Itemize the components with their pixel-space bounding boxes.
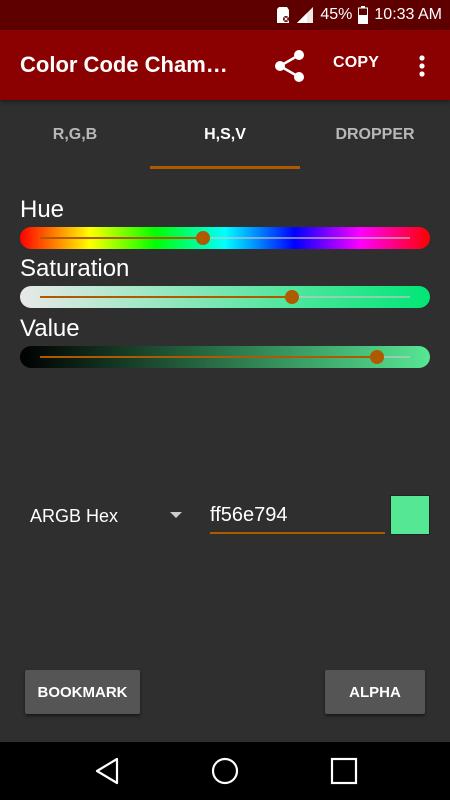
share-icon bbox=[275, 50, 304, 82]
share-button[interactable] bbox=[270, 46, 310, 86]
home-icon bbox=[211, 757, 239, 785]
battery-percent: 45% bbox=[320, 6, 353, 23]
format-selected-value: ARGB Hex bbox=[30, 505, 119, 526]
signal-icon bbox=[296, 6, 314, 24]
slider-thumb[interactable] bbox=[195, 231, 210, 245]
saturation-label: Saturation bbox=[20, 255, 130, 282]
hue-slider[interactable] bbox=[20, 227, 430, 249]
alpha-button[interactable]: ALPHA bbox=[325, 670, 425, 714]
copy-button[interactable]: COPY bbox=[333, 54, 379, 72]
tab-hsv[interactable]: H,S,V bbox=[150, 100, 300, 170]
clock: 10:33 AM bbox=[374, 6, 442, 23]
status-bar: 45% 10:33 AM bbox=[0, 0, 450, 30]
saturation-slider[interactable] bbox=[20, 286, 430, 308]
slider-track-fill bbox=[40, 356, 377, 358]
battery-icon bbox=[358, 6, 369, 24]
bookmark-button[interactable]: BOOKMARK bbox=[25, 670, 140, 714]
dropdown-arrow-icon bbox=[170, 512, 182, 518]
slider-track-fill bbox=[40, 296, 292, 298]
color-swatch bbox=[390, 495, 430, 535]
more-options-button[interactable] bbox=[408, 48, 436, 84]
tab-rgb[interactable]: R,G,B bbox=[0, 100, 150, 170]
value-label: Value bbox=[20, 315, 80, 342]
hex-code-input[interactable] bbox=[210, 498, 385, 534]
slider-track-fill bbox=[40, 237, 203, 239]
slider-thumb[interactable] bbox=[369, 350, 384, 364]
app-title: Color Code Chameleon bbox=[20, 52, 240, 77]
status-icons: 45% 10:33 AM bbox=[276, 4, 442, 26]
slider-thumb[interactable] bbox=[284, 290, 299, 304]
value-slider[interactable] bbox=[20, 346, 430, 368]
tab-indicator bbox=[150, 166, 300, 169]
recents-button[interactable] bbox=[329, 756, 359, 786]
tab-bar: R,G,B H,S,V DROPPER bbox=[0, 100, 450, 170]
system-nav-bar bbox=[0, 742, 450, 800]
recents-icon bbox=[330, 757, 358, 785]
back-icon bbox=[95, 757, 119, 785]
home-button[interactable] bbox=[210, 756, 240, 786]
sd-card-icon bbox=[276, 6, 290, 24]
format-dropdown[interactable]: ARGB Hex bbox=[20, 496, 190, 536]
more-vert-icon bbox=[419, 55, 425, 77]
back-button[interactable] bbox=[92, 756, 122, 786]
tab-dropper[interactable]: DROPPER bbox=[300, 100, 450, 170]
hue-label: Hue bbox=[20, 196, 65, 223]
app-bar: Color Code Chameleon COPY bbox=[0, 30, 450, 100]
